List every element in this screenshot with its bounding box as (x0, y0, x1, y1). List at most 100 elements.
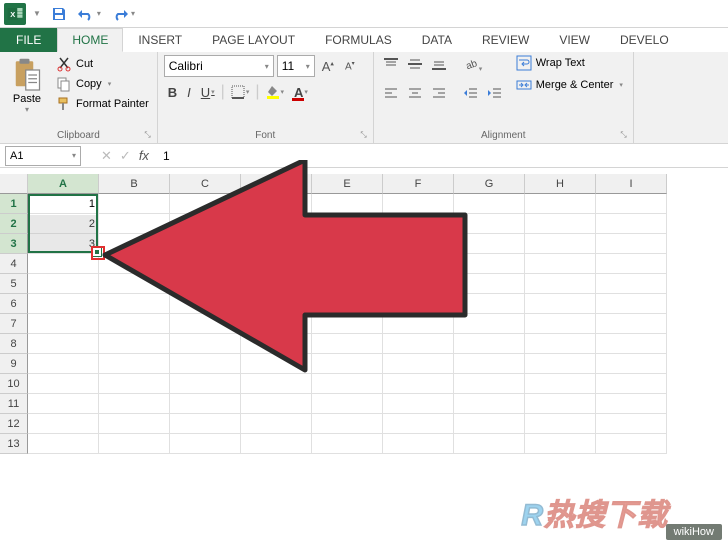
select-all-corner[interactable] (0, 174, 28, 194)
row-header-9[interactable]: 9 (0, 354, 28, 374)
cell-A5[interactable] (28, 274, 99, 294)
cell-I2[interactable] (596, 214, 667, 234)
orientation-button[interactable]: ab▾ (460, 55, 486, 78)
wrap-text-button[interactable]: Wrap Text (516, 55, 623, 71)
align-bottom-button[interactable] (428, 55, 450, 78)
cell-C13[interactable] (170, 434, 241, 454)
tab-file[interactable]: FILE (0, 28, 57, 52)
row-header-3[interactable]: 3 (0, 234, 28, 254)
borders-button[interactable]: ▾ (227, 84, 254, 100)
cell-A9[interactable] (28, 354, 99, 374)
align-left-button[interactable] (380, 84, 402, 107)
paste-button[interactable]: Paste ▾ (6, 55, 48, 116)
cell-D13[interactable] (241, 434, 312, 454)
cell-A4[interactable] (28, 254, 99, 274)
cell-B13[interactable] (99, 434, 170, 454)
copy-button[interactable]: Copy▾ (54, 75, 151, 93)
font-color-button[interactable]: A▾ (290, 84, 312, 101)
cell-A10[interactable] (28, 374, 99, 394)
cell-I10[interactable] (596, 374, 667, 394)
col-header-I[interactable]: I (596, 174, 667, 194)
row-header-5[interactable]: 5 (0, 274, 28, 294)
row-header-6[interactable]: 6 (0, 294, 28, 314)
cell-A1[interactable]: 1 (28, 194, 99, 214)
cut-button[interactable]: Cut (54, 55, 151, 73)
row-header-11[interactable]: 11 (0, 394, 28, 414)
cell-H3[interactable] (525, 234, 596, 254)
tab-data[interactable]: DATA (407, 28, 467, 52)
qat-dropdown-icon[interactable]: ▼ (26, 6, 46, 21)
cell-H2[interactable] (525, 214, 596, 234)
decrease-indent-button[interactable] (460, 84, 482, 107)
bold-button[interactable]: B (164, 84, 181, 101)
italic-button[interactable]: I (183, 84, 195, 101)
cell-H11[interactable] (525, 394, 596, 414)
align-top-button[interactable] (380, 55, 402, 78)
clipboard-launcher-icon[interactable]: ⤡ (144, 130, 150, 140)
cell-I6[interactable] (596, 294, 667, 314)
row-header-4[interactable]: 4 (0, 254, 28, 274)
cell-F13[interactable] (383, 434, 454, 454)
cell-G13[interactable] (454, 434, 525, 454)
undo-button[interactable]: ▾ (72, 4, 106, 24)
tab-home[interactable]: HOME (57, 28, 123, 52)
grow-font-button[interactable]: A▴ (318, 57, 338, 76)
cell-A6[interactable] (28, 294, 99, 314)
merge-center-button[interactable]: Merge & Center▾ (516, 77, 623, 93)
row-header-7[interactable]: 7 (0, 314, 28, 334)
cell-I5[interactable] (596, 274, 667, 294)
col-header-A[interactable]: A (28, 174, 99, 194)
cell-A13[interactable] (28, 434, 99, 454)
cell-A11[interactable] (28, 394, 99, 414)
tab-formulas[interactable]: FORMULAS (310, 28, 407, 52)
tab-page-layout[interactable]: PAGE LAYOUT (197, 28, 310, 52)
row-header-13[interactable]: 13 (0, 434, 28, 454)
alignment-launcher-icon[interactable]: ⤡ (620, 130, 626, 140)
underline-button[interactable]: U▾ (197, 84, 219, 101)
row-header-12[interactable]: 12 (0, 414, 28, 434)
cell-A8[interactable] (28, 334, 99, 354)
cell-H5[interactable] (525, 274, 596, 294)
cell-A2[interactable]: 2 (28, 214, 99, 234)
increase-indent-button[interactable] (484, 84, 506, 107)
cell-H1[interactable] (525, 194, 596, 214)
tab-developer[interactable]: DEVELO (605, 28, 684, 52)
redo-button[interactable]: ▾ (106, 4, 140, 24)
align-middle-button[interactable] (404, 55, 426, 78)
cell-H12[interactable] (525, 414, 596, 434)
cell-A3[interactable]: 3 (28, 234, 99, 254)
save-button[interactable] (46, 3, 72, 25)
align-right-button[interactable] (428, 84, 450, 107)
cell-I4[interactable] (596, 254, 667, 274)
cell-H7[interactable] (525, 314, 596, 334)
row-header-10[interactable]: 10 (0, 374, 28, 394)
cell-H6[interactable] (525, 294, 596, 314)
row-header-1[interactable]: 1 (0, 194, 28, 214)
cell-H10[interactable] (525, 374, 596, 394)
col-header-H[interactable]: H (525, 174, 596, 194)
cell-I3[interactable] (596, 234, 667, 254)
row-header-8[interactable]: 8 (0, 334, 28, 354)
align-center-button[interactable] (404, 84, 426, 107)
tab-view[interactable]: VIEW (544, 28, 605, 52)
cell-I7[interactable] (596, 314, 667, 334)
cell-H9[interactable] (525, 354, 596, 374)
shrink-font-button[interactable]: A▾ (341, 58, 359, 74)
font-size-select[interactable]: 11▾ (277, 55, 315, 77)
cell-I8[interactable] (596, 334, 667, 354)
cell-I13[interactable] (596, 434, 667, 454)
cell-H13[interactable] (525, 434, 596, 454)
format-painter-button[interactable]: Format Painter (54, 95, 151, 113)
cell-I1[interactable] (596, 194, 667, 214)
font-launcher-icon[interactable]: ⤡ (360, 130, 366, 140)
cell-H4[interactable] (525, 254, 596, 274)
cell-I11[interactable] (596, 394, 667, 414)
cell-A7[interactable] (28, 314, 99, 334)
tab-insert[interactable]: INSERT (123, 28, 197, 52)
cell-E13[interactable] (312, 434, 383, 454)
cell-I9[interactable] (596, 354, 667, 374)
cell-I12[interactable] (596, 414, 667, 434)
fill-color-button[interactable]: ▾ (262, 84, 289, 100)
row-header-2[interactable]: 2 (0, 214, 28, 234)
name-box[interactable]: A1▾ (5, 146, 81, 166)
